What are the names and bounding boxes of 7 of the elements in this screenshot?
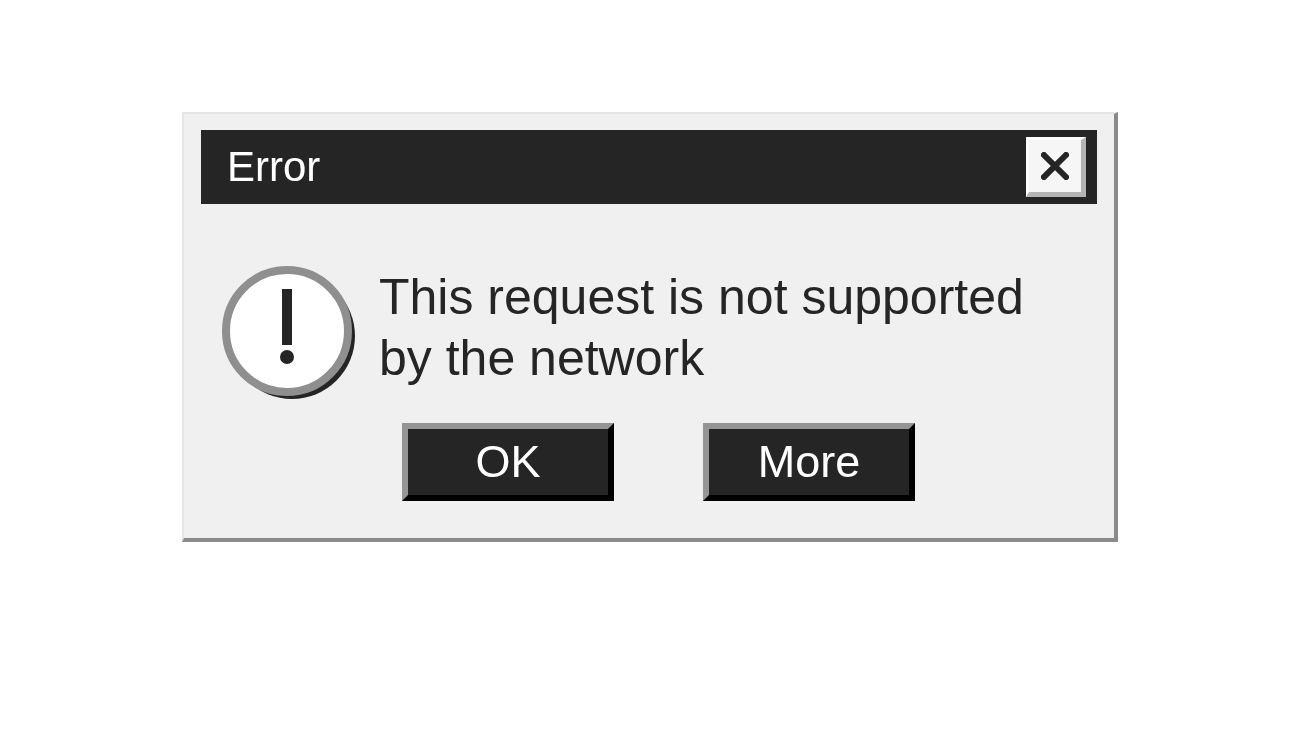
close-button[interactable] — [1026, 137, 1086, 197]
window-title: Error — [227, 146, 321, 188]
error-message: This request is not supported by the network — [379, 268, 1025, 388]
close-icon — [1041, 152, 1069, 180]
alert-icon — [222, 265, 358, 401]
dialog-button[interactable]: OK — [402, 423, 614, 501]
dialog-button[interactable]: More — [703, 423, 915, 501]
